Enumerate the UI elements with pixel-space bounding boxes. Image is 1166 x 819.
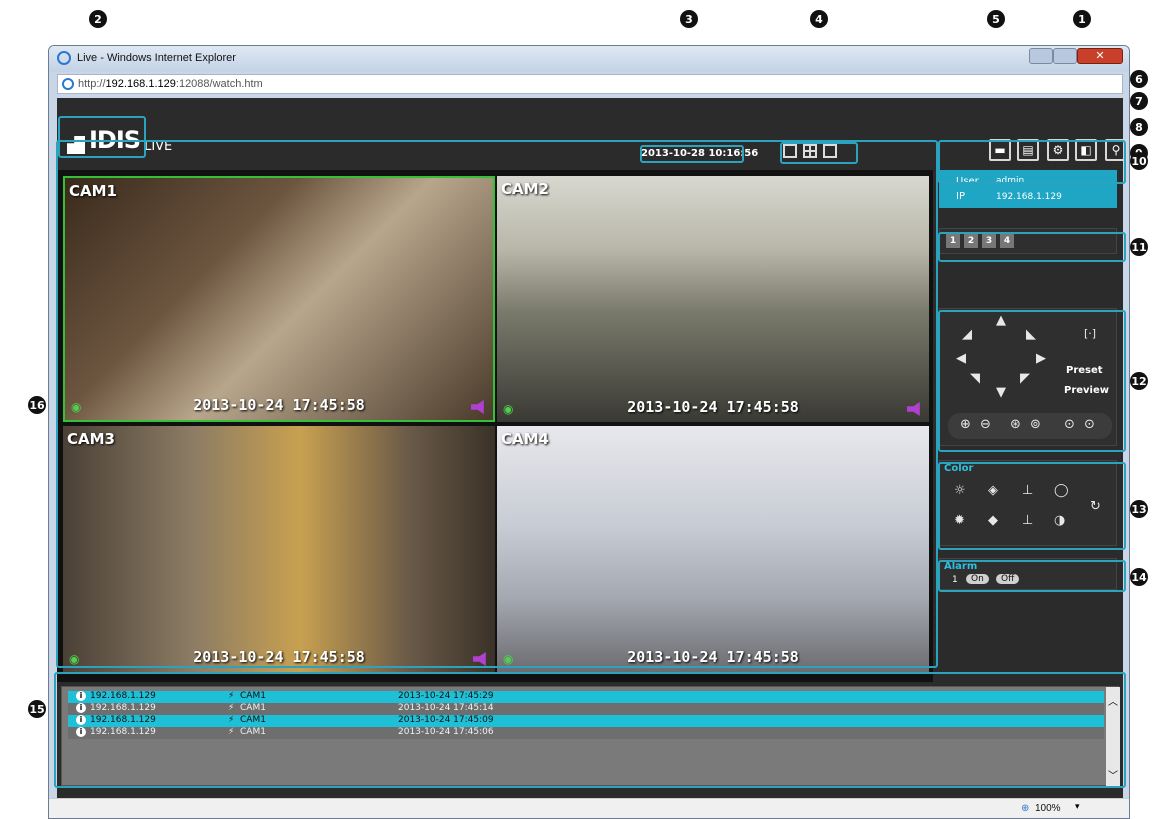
ip-value: 192.168.1.129 bbox=[996, 192, 1062, 202]
callout-2: 2 bbox=[89, 10, 107, 28]
callout-4: 4 bbox=[810, 10, 828, 28]
window-title: Live - Windows Internet Explorer bbox=[77, 52, 236, 64]
url-host: 192.168.1.129 bbox=[105, 78, 176, 90]
ie-icon bbox=[57, 51, 71, 65]
zoom-level[interactable]: 100% bbox=[1035, 803, 1061, 814]
address-bar[interactable]: http://192.168.1.129:12088/watch.htm bbox=[57, 74, 1123, 94]
callout-16: 16 bbox=[28, 396, 46, 414]
zoom-dropdown-icon[interactable]: ▾ bbox=[1075, 802, 1080, 812]
callout-box-pages bbox=[938, 232, 1126, 262]
callout-13: 13 bbox=[1130, 500, 1148, 518]
page-icon bbox=[62, 78, 74, 90]
callout-box-events bbox=[54, 672, 1126, 788]
url-prefix: http:// bbox=[78, 78, 106, 90]
callout-1: 1 bbox=[1073, 10, 1091, 28]
title-bar: Live - Windows Internet Explorer ✕ bbox=[49, 46, 1129, 72]
zoom-icon: ⊕ bbox=[1021, 803, 1030, 814]
close-button[interactable]: ✕ bbox=[1077, 48, 1123, 64]
status-bar: ⊕ 100% ▾ bbox=[49, 798, 1129, 818]
callout-box-user bbox=[938, 140, 1126, 184]
callout-12: 12 bbox=[1130, 372, 1148, 390]
callout-6: 6 bbox=[1130, 70, 1148, 88]
maximize-button[interactable] bbox=[1053, 48, 1077, 64]
callout-7: 7 bbox=[1130, 92, 1148, 110]
callout-5: 5 bbox=[987, 10, 1005, 28]
callout-8: 8 bbox=[1130, 118, 1148, 136]
callout-10: 10 bbox=[1130, 152, 1148, 170]
minimize-button[interactable] bbox=[1029, 48, 1053, 64]
url-rest: :12088/watch.htm bbox=[175, 78, 263, 90]
callout-11: 11 bbox=[1130, 238, 1148, 256]
ip-label: IP bbox=[956, 191, 965, 202]
callout-box-color bbox=[938, 462, 1126, 550]
callout-14: 14 bbox=[1130, 568, 1148, 586]
callout-box-ptz bbox=[938, 310, 1126, 452]
callout-box-alarm bbox=[938, 560, 1126, 592]
callout-3: 3 bbox=[680, 10, 698, 28]
callout-15: 15 bbox=[28, 700, 46, 718]
callout-box-cameras bbox=[56, 140, 938, 668]
close-icon: ✕ bbox=[1095, 49, 1105, 62]
